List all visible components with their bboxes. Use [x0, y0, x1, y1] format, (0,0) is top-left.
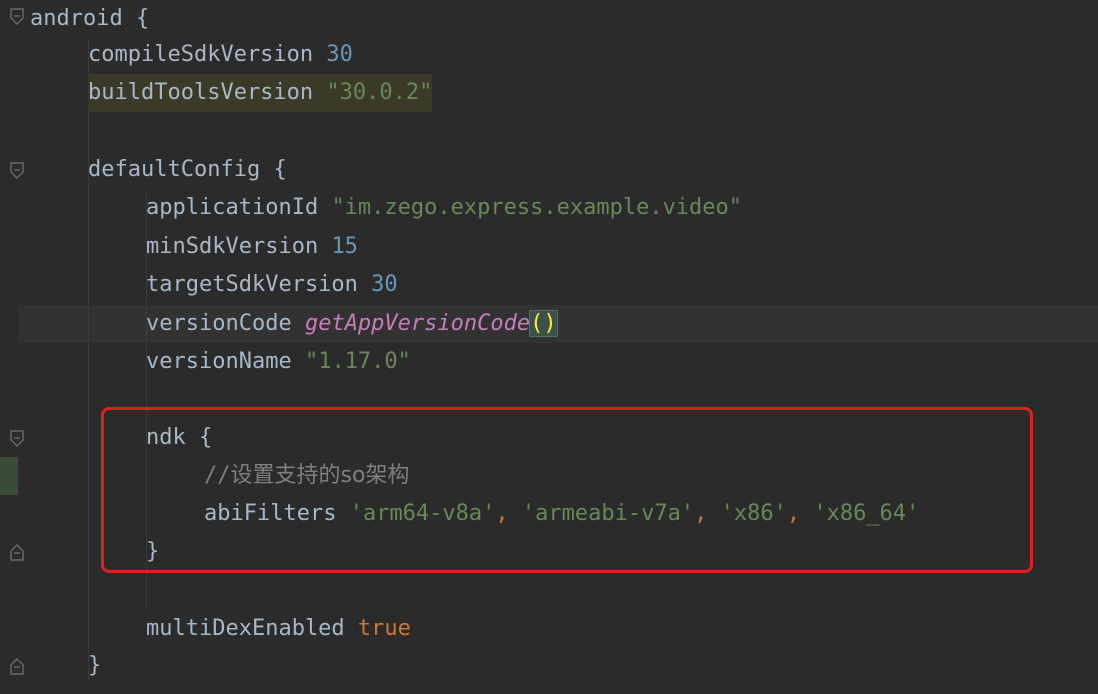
annotation-highlight-box: [101, 407, 1033, 573]
code-line[interactable]: minSdkVersion 15: [146, 228, 358, 266]
code-line[interactable]: versionCode getAppVersionCode(): [146, 305, 558, 343]
code-line[interactable]: targetSdkVersion 30: [146, 266, 398, 304]
code-line[interactable]: buildToolsVersion "30.0.2": [88, 74, 433, 112]
code-line[interactable]: versionName "1.17.0": [146, 343, 411, 381]
fold-close-icon[interactable]: [9, 657, 25, 675]
code-token: targetSdkVersion: [146, 272, 372, 297]
code-token: buildToolsVersion: [88, 80, 327, 105]
vcs-change-marker[interactable]: [0, 457, 18, 495]
fold-open-icon[interactable]: [9, 8, 25, 26]
code-line[interactable]: android {: [30, 0, 149, 38]
code-line[interactable]: }: [88, 647, 101, 685]
code-token: applicationId: [146, 195, 332, 220]
indent-guide: [88, 40, 89, 680]
code-token: android: [30, 6, 136, 31]
code-token: minSdkVersion: [146, 234, 332, 259]
code-line[interactable]: compileSdkVersion 30: [88, 36, 353, 74]
code-token: {: [273, 157, 287, 182]
code-token: getAppVersionCode: [304, 311, 531, 336]
fold-close-icon[interactable]: [9, 543, 25, 561]
code-token: versionName: [146, 349, 305, 374]
code-token: (): [529, 310, 558, 337]
fold-open-icon[interactable]: [9, 430, 25, 448]
code-token: "30.0.2": [326, 80, 433, 105]
fold-open-icon[interactable]: [9, 162, 25, 180]
code-token: 30: [326, 42, 353, 67]
code-line[interactable]: applicationId "im.zego.express.example.v…: [146, 189, 742, 227]
code-token: compileSdkVersion: [88, 42, 327, 67]
code-token: 30: [371, 272, 398, 297]
code-token: multiDexEnabled: [146, 616, 358, 641]
code-line[interactable]: defaultConfig {: [88, 151, 287, 189]
code-token: "1.17.0": [304, 349, 411, 374]
code-token: versionCode: [146, 311, 305, 336]
code-token: "im.zego.express.example.video": [331, 195, 743, 220]
code-token: }: [88, 653, 102, 678]
code-editor[interactable]: android {compileSdkVersion 30 buildToolsV…: [0, 0, 1098, 694]
code-token: 15: [331, 234, 358, 259]
code-token: true: [357, 616, 411, 641]
code-line[interactable]: multiDexEnabled true: [146, 610, 411, 648]
gutter: [0, 0, 18, 694]
code-token: {: [135, 6, 150, 31]
code-token: defaultConfig: [88, 157, 274, 182]
